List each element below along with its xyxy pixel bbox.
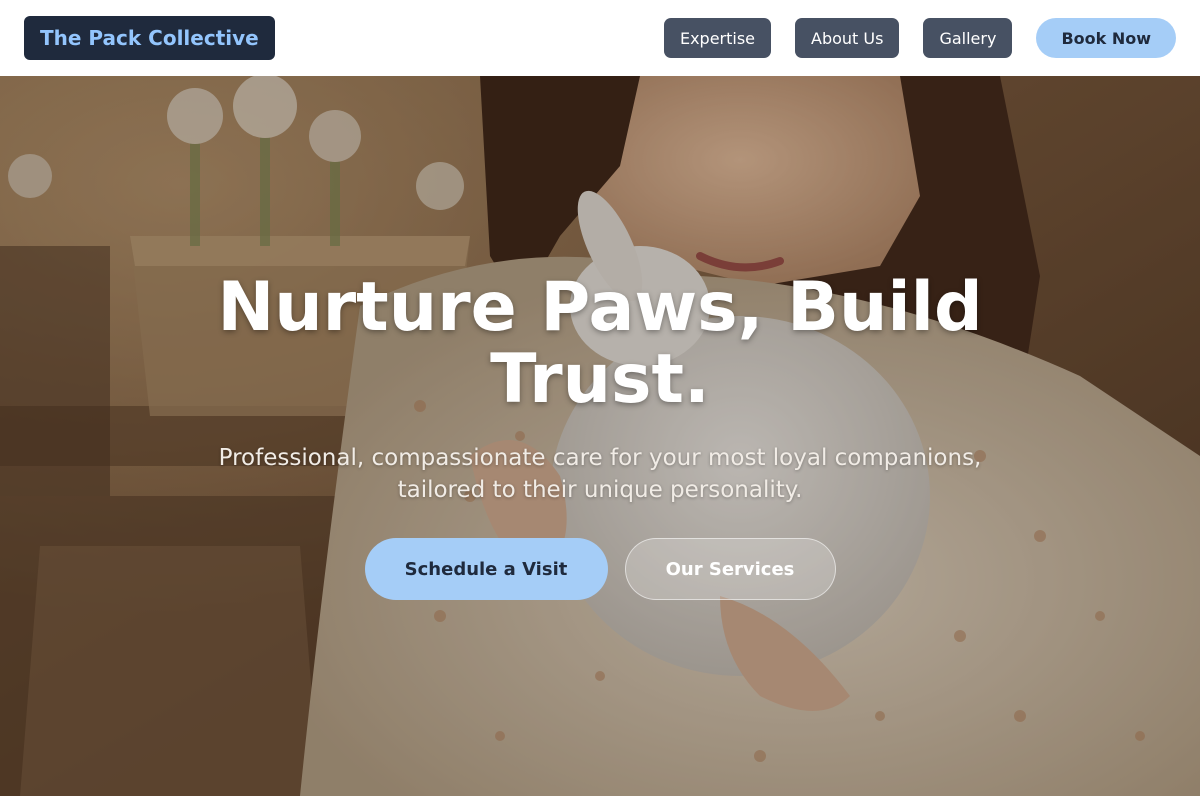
nav-link-gallery[interactable]: Gallery bbox=[923, 18, 1013, 58]
book-now-button[interactable]: Book Now bbox=[1036, 18, 1176, 58]
site-header: The Pack Collective Expertise About Us G… bbox=[0, 0, 1200, 76]
nav-link-expertise[interactable]: Expertise bbox=[663, 18, 772, 58]
hero-content: Nurture Paws, Build Trust. Professional,… bbox=[0, 76, 1200, 796]
nav-link-about-us[interactable]: About Us bbox=[795, 18, 900, 58]
brand-logo-link[interactable]: The Pack Collective bbox=[24, 16, 275, 60]
hero-subtitle: Professional, compassionate care for you… bbox=[218, 445, 982, 503]
our-services-button[interactable]: Our Services bbox=[624, 538, 836, 600]
main-nav: Expertise About Us Gallery Book Now bbox=[663, 18, 1176, 58]
hero-section: Nurture Paws, Build Trust. Professional,… bbox=[0, 76, 1200, 796]
hero-actions: Schedule a Visit Our Services bbox=[364, 538, 836, 600]
page-bottom-strip bbox=[0, 796, 1200, 800]
hero-title: Nurture Paws, Build Trust. bbox=[217, 268, 983, 419]
schedule-visit-button[interactable]: Schedule a Visit bbox=[364, 538, 608, 600]
